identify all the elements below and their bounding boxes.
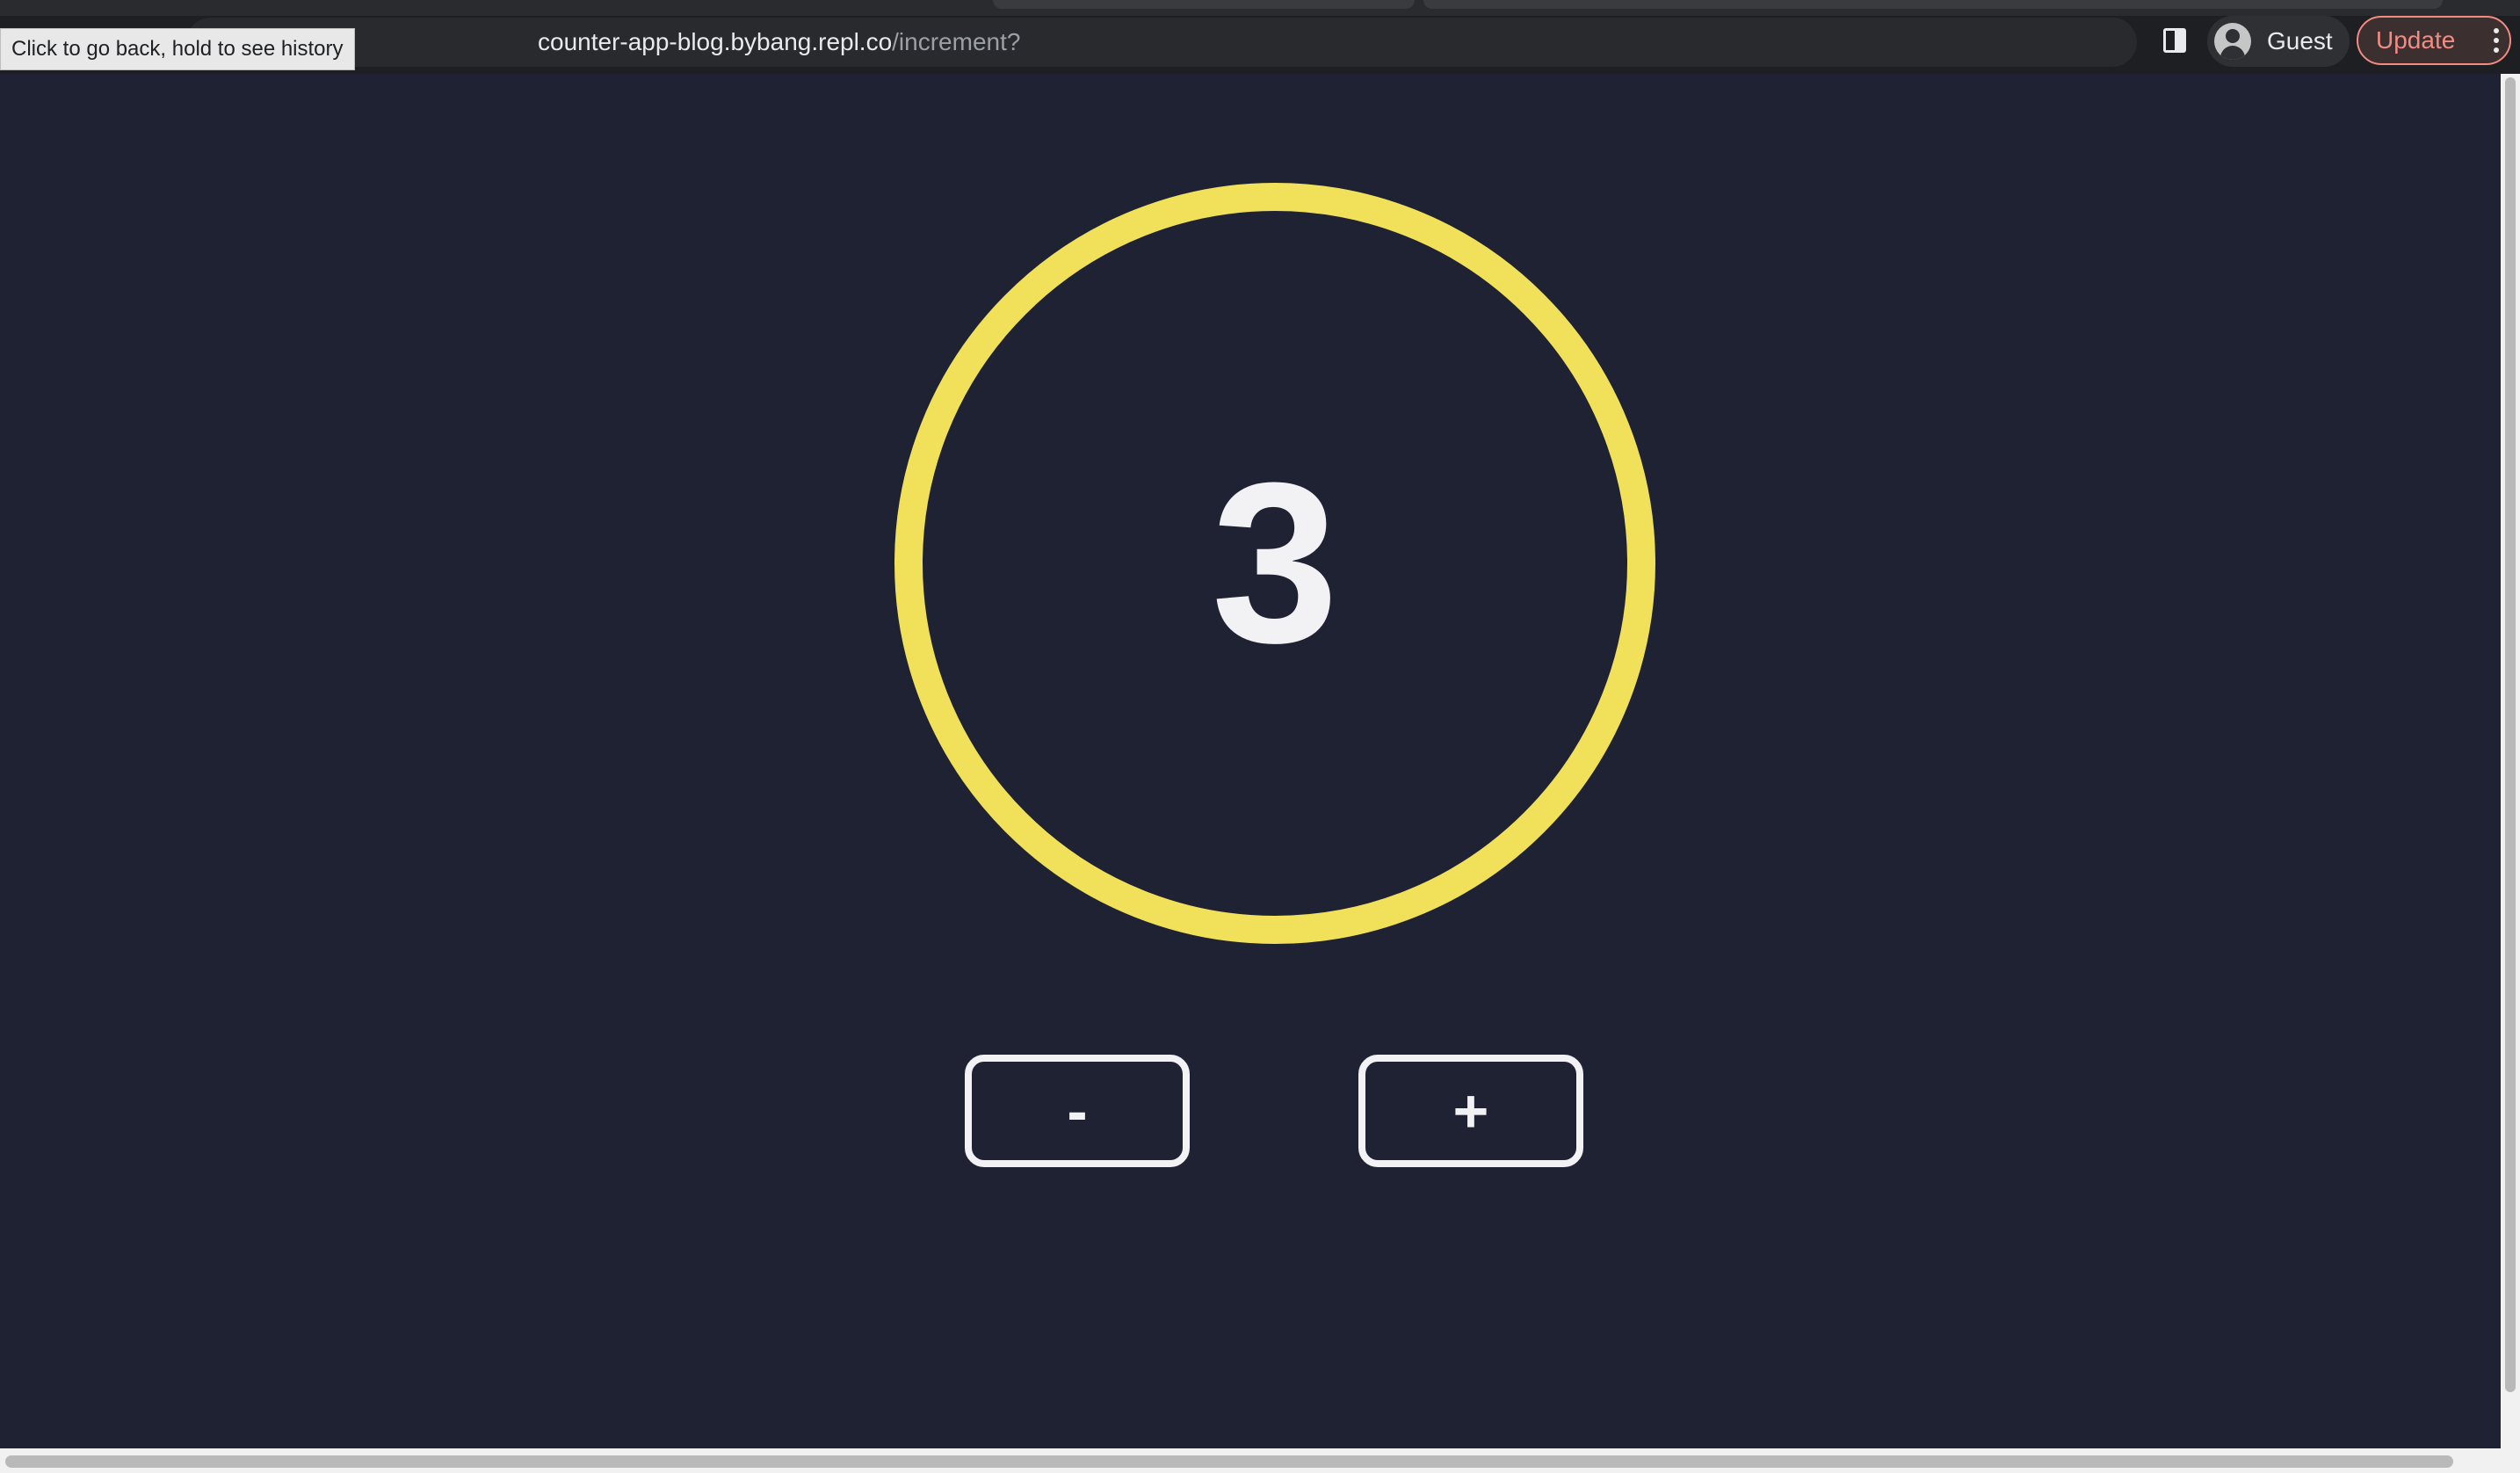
browser-toolbar: ← → ↻ counter-app-blog.bybang.repl.co/in… xyxy=(0,0,2520,74)
tab-strip xyxy=(0,0,2520,16)
profile-avatar-icon xyxy=(2214,23,2251,60)
tab-edge[interactable] xyxy=(1423,0,2443,9)
decrement-button[interactable]: - xyxy=(965,1055,1190,1167)
update-label: Update xyxy=(2376,26,2456,54)
counter-value: 3 xyxy=(1211,435,1339,691)
url-path: /increment? xyxy=(892,28,1021,55)
back-button-tooltip: Click to go back, hold to see history xyxy=(0,28,355,70)
profile-label: Guest xyxy=(2267,27,2333,54)
vertical-scroll-thumb[interactable] xyxy=(2505,77,2516,1392)
address-bar[interactable]: counter-app-blog.bybang.repl.co/incremen… xyxy=(186,18,2137,67)
url-host: counter-app-blog.bybang.repl.co xyxy=(538,28,893,55)
url-text: counter-app-blog.bybang.repl.co/incremen… xyxy=(538,18,1020,67)
update-button[interactable]: Update xyxy=(2357,16,2511,65)
increment-button[interactable]: + xyxy=(1358,1055,1583,1167)
more-menu-icon[interactable] xyxy=(2494,28,2499,53)
profile-button[interactable]: Guest xyxy=(2207,16,2350,67)
side-panel-icon[interactable] xyxy=(2163,28,2186,53)
horizontal-scroll-thumb[interactable] xyxy=(5,1455,2453,1468)
vertical-scrollbar[interactable] xyxy=(2501,74,2520,1448)
page-content: 3 - + xyxy=(0,74,2501,1448)
counter-ring: 3 xyxy=(894,183,1655,944)
tab-edge[interactable] xyxy=(993,0,1415,9)
horizontal-scrollbar[interactable] xyxy=(0,1448,2520,1473)
